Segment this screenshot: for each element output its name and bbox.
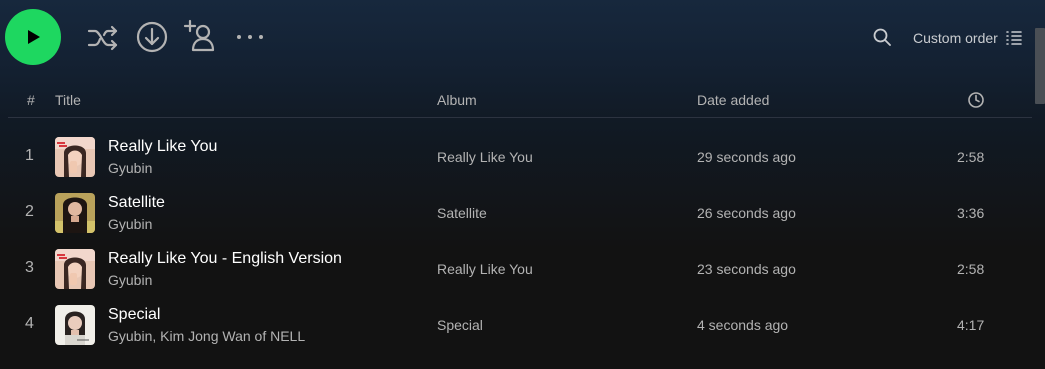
track-duration: 4:17 bbox=[957, 317, 985, 333]
track-duration: 2:58 bbox=[957, 149, 985, 165]
track-date-added: 29 seconds ago bbox=[697, 149, 796, 165]
track-date-added: 26 seconds ago bbox=[697, 205, 796, 221]
track-artist[interactable]: Gyubin, Kim Jong Wan of NELL bbox=[108, 328, 305, 344]
track-artist[interactable]: Gyubin bbox=[108, 216, 152, 232]
header-title[interactable]: Title bbox=[55, 92, 81, 108]
track-row[interactable]: 2 Satellite Gyubin Satellite 26 seconds … bbox=[0, 185, 1032, 241]
track-row[interactable]: 4 Special Gyubin, Kim Jong Wan of NELL S… bbox=[0, 297, 1032, 353]
header-album[interactable]: Album bbox=[437, 92, 477, 108]
track-row[interactable]: 1 Really Like You Gyubin Really Like You… bbox=[0, 129, 1032, 185]
action-bar: Custom order bbox=[0, 0, 1045, 104]
search-icon bbox=[873, 28, 891, 46]
more-options-button[interactable] bbox=[234, 26, 266, 48]
track-date-added: 4 seconds ago bbox=[697, 317, 789, 333]
sort-label: Custom order bbox=[913, 30, 998, 46]
header-date-added[interactable]: Date added bbox=[697, 92, 769, 108]
track-artist[interactable]: Gyubin bbox=[108, 160, 152, 176]
invite-collaborator-button[interactable] bbox=[183, 18, 219, 54]
scrollbar-thumb[interactable] bbox=[1035, 28, 1045, 104]
track-list: 1 Really Like You Gyubin Really Like You… bbox=[0, 129, 1032, 353]
track-list-header: # Title Album Date added bbox=[0, 88, 1032, 118]
header-divider bbox=[8, 117, 1032, 118]
add-user-icon bbox=[183, 19, 215, 52]
list-icon bbox=[1006, 31, 1022, 45]
track-date-added: 23 seconds ago bbox=[697, 261, 796, 277]
track-number: 4 bbox=[25, 315, 34, 332]
header-number: # bbox=[27, 92, 35, 108]
download-icon bbox=[136, 21, 168, 53]
track-artist[interactable]: Gyubin bbox=[108, 272, 152, 288]
track-number: 2 bbox=[25, 203, 34, 220]
track-title[interactable]: Really Like You bbox=[108, 138, 217, 156]
header-duration[interactable] bbox=[967, 91, 985, 112]
track-album[interactable]: Satellite bbox=[437, 205, 487, 221]
track-title[interactable]: Satellite bbox=[108, 194, 165, 212]
shuffle-icon bbox=[87, 25, 118, 51]
download-button[interactable] bbox=[135, 20, 169, 54]
track-number: 3 bbox=[25, 259, 34, 276]
track-number: 1 bbox=[25, 147, 34, 164]
sort-dropdown[interactable]: Custom order bbox=[913, 28, 1022, 48]
album-cover bbox=[55, 249, 95, 289]
album-cover bbox=[55, 193, 95, 233]
more-icon bbox=[237, 35, 263, 39]
album-cover bbox=[55, 137, 95, 177]
track-duration: 3:36 bbox=[957, 205, 985, 221]
track-album[interactable]: Really Like You bbox=[437, 261, 533, 277]
track-duration: 2:58 bbox=[957, 261, 985, 277]
track-album[interactable]: Really Like You bbox=[437, 149, 533, 165]
track-row[interactable]: 3 Really Like You - English Version Gyub… bbox=[0, 241, 1032, 297]
track-title[interactable]: Really Like You - English Version bbox=[108, 250, 342, 268]
album-cover bbox=[55, 305, 95, 345]
play-icon bbox=[28, 30, 40, 44]
track-title[interactable]: Special bbox=[108, 306, 160, 324]
play-button[interactable] bbox=[5, 9, 61, 65]
search-button[interactable] bbox=[871, 26, 893, 48]
track-album[interactable]: Special bbox=[437, 317, 483, 333]
shuffle-button[interactable] bbox=[86, 21, 120, 55]
clock-icon bbox=[968, 92, 984, 108]
